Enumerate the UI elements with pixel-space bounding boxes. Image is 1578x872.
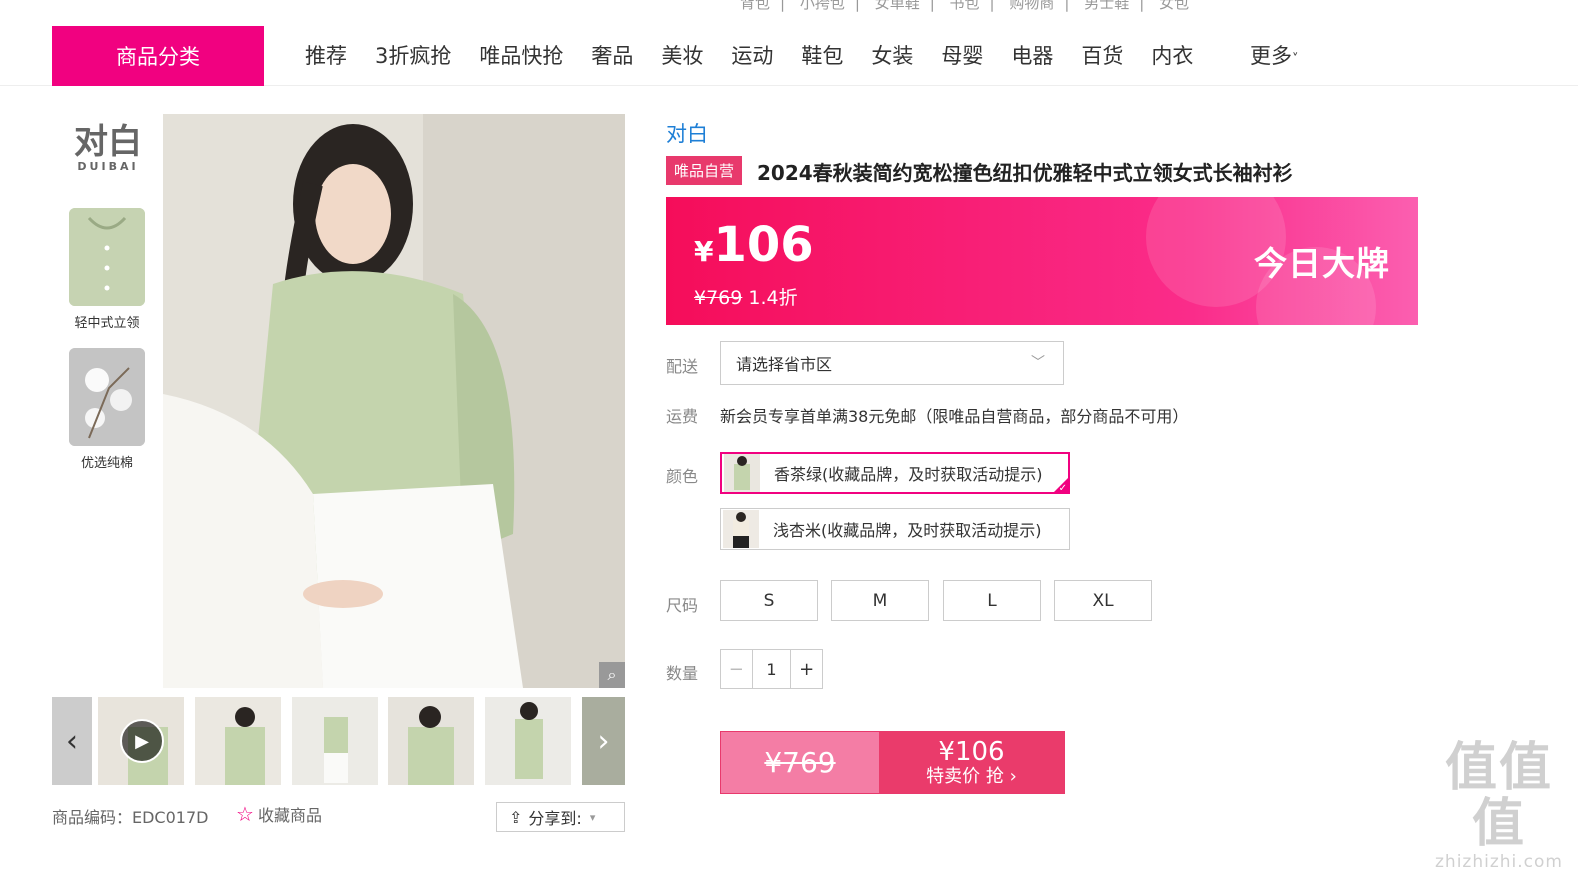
current-price-value: 106	[713, 217, 814, 273]
feature-cotton-image	[69, 348, 145, 446]
chevron-down-icon: ˅	[1292, 52, 1299, 67]
play-icon[interactable]: ▶	[120, 719, 164, 763]
original-price: ¥769	[694, 287, 743, 309]
nav-item-luxury[interactable]: 奢品	[591, 40, 633, 70]
size-option-m[interactable]: M	[831, 580, 929, 621]
nav-item-recommend[interactable]: 推荐	[305, 40, 347, 70]
nav-more[interactable]: 更多˅	[1250, 40, 1299, 70]
thumb-next-button[interactable]: ›	[582, 697, 625, 785]
daily-brand-label: 今日大牌	[1254, 244, 1390, 283]
feature-label: 优选纯棉	[80, 456, 133, 471]
nav-more-label: 更多	[1250, 44, 1292, 68]
favorite-button[interactable]: ☆ 收藏商品	[236, 802, 322, 826]
brand-logo[interactable]: 对白 DUIBAI	[62, 124, 154, 174]
feature-label: 轻中式立领	[74, 316, 140, 331]
size-option-l[interactable]: L	[943, 580, 1041, 621]
original-price-line: ¥769 1.4折	[694, 283, 798, 310]
nav-item-womens[interactable]: 女装	[871, 40, 913, 70]
chevron-left-icon: ‹	[66, 723, 78, 759]
buy-original-price: ¥769	[721, 732, 879, 793]
thumbnail-strip: ‹ ▶ ›	[52, 697, 625, 785]
thumbnail-video[interactable]: ▶	[98, 697, 184, 785]
main-nav: 商品分类 推荐 3折疯抢 唯品快抢 奢品 美妆 运动 鞋包 女装 母婴 电器 百…	[0, 0, 1578, 86]
watermark-url: zhizhizhi.com	[1435, 852, 1563, 872]
color-option-beige[interactable]: 浅杏米(收藏品牌，及时获取活动提示)	[720, 508, 1070, 550]
caret-down-icon: ▾	[589, 810, 596, 824]
nav-item-sports[interactable]: 运动	[731, 40, 773, 70]
discount-label: 1.4折	[748, 287, 798, 309]
buy-sale-section: ¥106 特卖价 抢 ›	[879, 732, 1064, 793]
share-icon: ⇪	[509, 807, 523, 827]
buy-action-label: 特卖价 抢 ›	[926, 765, 1017, 787]
quantity-stepper: − 1 +	[720, 649, 823, 689]
size-label: 尺码	[666, 596, 699, 615]
nav-item-underwear[interactable]: 内衣	[1151, 40, 1193, 70]
chevron-right-icon: ›	[597, 723, 610, 759]
zoom-icon[interactable]: ⌕	[599, 662, 625, 688]
nav-item-quick[interactable]: 唯品快抢	[479, 40, 563, 70]
region-select-value: 请选择省市区	[736, 355, 833, 374]
delivery-label: 配送	[666, 357, 699, 376]
quantity-label: 数量	[666, 664, 699, 683]
chevron-down-icon: ﹀	[1031, 355, 1045, 371]
quantity-input[interactable]: 1	[753, 650, 791, 688]
self-operated-badge: 唯品自营	[666, 156, 742, 185]
thumbnail-image[interactable]	[292, 697, 378, 785]
price-banner: ¥106 ¥769 1.4折 今日大牌	[666, 197, 1418, 325]
brand-logo-mark: 对白	[74, 122, 142, 162]
thumb-prev-button[interactable]: ‹	[52, 697, 92, 785]
color-swatch	[723, 510, 759, 548]
color-option-label: 香茶绿(收藏品牌，及时获取活动提示)	[774, 465, 1043, 484]
thumbnail-image[interactable]	[388, 697, 474, 785]
color-swatch	[724, 454, 760, 492]
nav-item-shoes-bags[interactable]: 鞋包	[801, 40, 843, 70]
product-title: 2024春秋装简约宽松撞色纽扣优雅轻中式立领女式长袖衬衫	[757, 161, 1293, 185]
product-code: 商品编码：EDC017D	[52, 808, 209, 827]
color-label: 颜色	[666, 467, 699, 486]
brand-link[interactable]: 对白	[666, 118, 708, 148]
product-main-image[interactable]: ⌕	[163, 114, 625, 688]
share-label: 分享到:	[528, 809, 582, 828]
nav-links: 推荐 3折疯抢 唯品快抢 奢品 美妆 运动 鞋包 女装 母婴 电器 百货 内衣	[305, 40, 1221, 70]
site-watermark: 值值值 zhizhizhi.com	[1420, 740, 1578, 872]
thumbnail-image[interactable]	[485, 697, 571, 785]
color-option-label: 浅杏米(收藏品牌，及时获取活动提示)	[773, 521, 1042, 540]
size-option-xl[interactable]: XL	[1054, 580, 1152, 621]
nav-item-appliances[interactable]: 电器	[1011, 40, 1053, 70]
shipping-label: 运费	[666, 407, 699, 426]
currency-symbol: ¥	[694, 235, 714, 268]
nav-item-baby[interactable]: 母婴	[941, 40, 983, 70]
current-price: ¥106	[694, 217, 814, 273]
star-icon: ☆	[236, 802, 254, 826]
category-button[interactable]: 商品分类	[52, 26, 264, 86]
quantity-increase-button[interactable]: +	[790, 650, 822, 688]
feature-collar-image	[69, 208, 145, 306]
buy-sale-price: ¥106	[938, 736, 1005, 767]
buy-now-button[interactable]: ¥769 ¥106 特卖价 抢 ›	[720, 731, 1065, 794]
favorite-label: 收藏商品	[257, 806, 322, 825]
color-option-green[interactable]: 香茶绿(收藏品牌，及时获取活动提示) ✓	[720, 452, 1070, 494]
watermark-mark: 值值值	[1444, 738, 1553, 854]
shipping-text: 新会员专享首单满38元免邮（限唯品自营商品，部分商品不可用）	[720, 407, 1189, 426]
feature-collar: 轻中式立领	[69, 208, 145, 331]
size-option-s[interactable]: S	[720, 580, 818, 621]
feature-cotton: 优选纯棉	[69, 348, 145, 471]
check-icon: ✓	[1058, 483, 1067, 494]
nav-item-flash-30[interactable]: 3折疯抢	[375, 40, 451, 70]
region-select[interactable]: 请选择省市区 ﹀	[720, 341, 1064, 385]
nav-item-general[interactable]: 百货	[1081, 40, 1123, 70]
thumbnail-image[interactable]	[195, 697, 281, 785]
nav-item-beauty[interactable]: 美妆	[661, 40, 703, 70]
quantity-decrease-button[interactable]: −	[721, 650, 753, 688]
